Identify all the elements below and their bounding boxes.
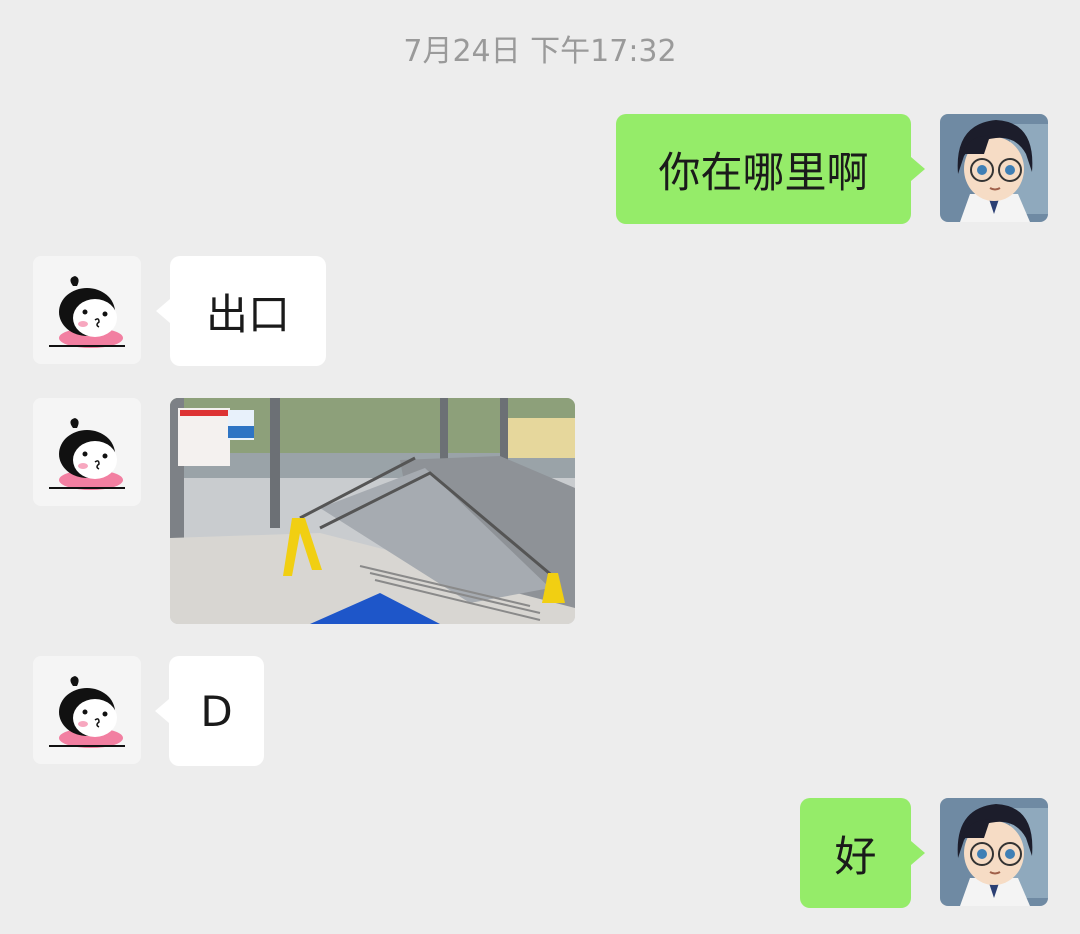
contact-avatar-icon[interactable] <box>33 656 141 764</box>
bubble-tail <box>156 299 170 323</box>
bubble-tail <box>155 699 169 723</box>
message-text: D <box>200 686 233 736</box>
contact-avatar-icon[interactable] <box>33 398 141 506</box>
contact-avatar-icon[interactable] <box>33 256 141 364</box>
my-avatar-icon[interactable] <box>940 114 1048 222</box>
message-bubble-incoming[interactable]: 出口 <box>170 256 326 366</box>
bubble-tail <box>911 157 925 181</box>
bubble-tail <box>911 841 925 865</box>
my-avatar-icon[interactable] <box>940 798 1048 906</box>
message-bubble-outgoing[interactable]: 好 <box>800 798 911 908</box>
message-image-escalator[interactable] <box>170 398 575 624</box>
message-text: 出口 <box>205 289 290 339</box>
chat-timestamp: 7月24日 下午17:32 <box>403 34 677 69</box>
message-text: 你在哪里啊 <box>658 147 869 197</box>
message-bubble-incoming[interactable]: D <box>169 656 264 766</box>
message-bubble-outgoing[interactable]: 你在哪里啊 <box>616 114 911 224</box>
message-text: 好 <box>834 831 877 881</box>
